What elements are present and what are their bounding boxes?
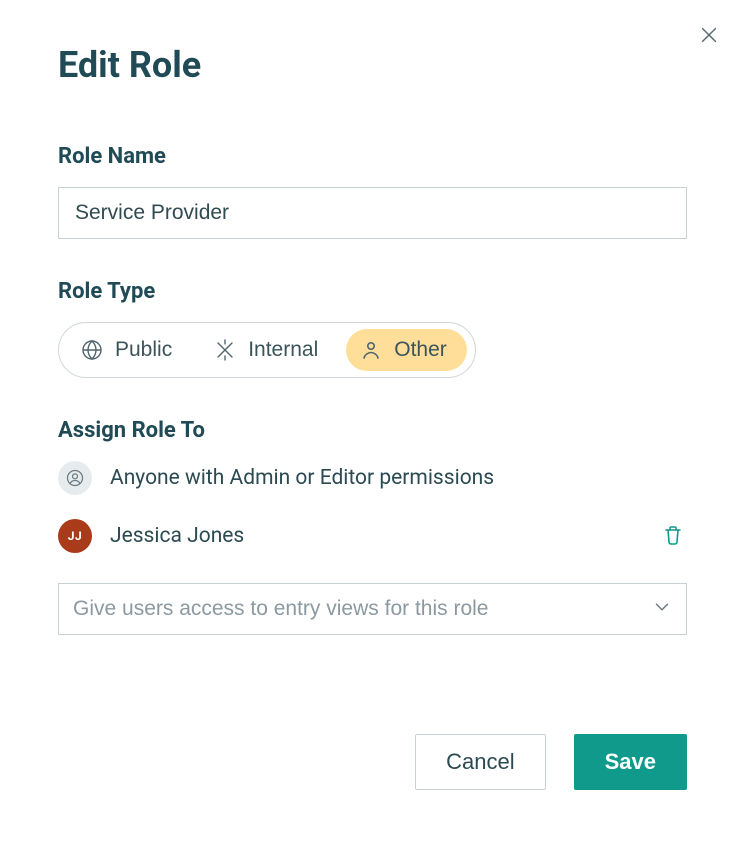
role-type-other[interactable]: Other xyxy=(346,329,467,371)
assign-dropdown[interactable] xyxy=(58,583,687,635)
globe-icon xyxy=(79,337,105,363)
assign-list: Anyone with Admin or Editor permissions … xyxy=(58,461,687,553)
trash-icon xyxy=(661,522,685,551)
assign-default-row: Anyone with Admin or Editor permissions xyxy=(58,461,687,495)
role-name-section: Role Name xyxy=(58,144,687,239)
role-type-group: Public Internal Other xyxy=(58,322,476,378)
user-avatar: JJ xyxy=(58,519,92,553)
role-type-section: Role Type Public Internal Other xyxy=(58,279,687,378)
close-icon xyxy=(698,24,720,49)
assign-label: Assign Role To xyxy=(58,418,687,443)
assign-user-row: JJ Jessica Jones xyxy=(58,519,687,553)
person-icon xyxy=(358,337,384,363)
assign-user-name: Jessica Jones xyxy=(110,524,244,548)
role-type-label: Role Type xyxy=(58,279,687,304)
assign-section: Assign Role To Anyone with Admin or Edit… xyxy=(58,418,687,635)
remove-user-button[interactable] xyxy=(659,522,687,550)
role-type-public-label: Public xyxy=(115,338,172,362)
save-button[interactable]: Save xyxy=(574,734,687,790)
cancel-button[interactable]: Cancel xyxy=(415,734,545,790)
crossed-tools-icon xyxy=(212,337,238,363)
role-name-label: Role Name xyxy=(58,144,687,169)
role-type-public[interactable]: Public xyxy=(67,329,192,371)
close-button[interactable] xyxy=(695,22,723,50)
role-type-internal[interactable]: Internal xyxy=(200,329,338,371)
assign-search-input[interactable] xyxy=(58,583,687,635)
edit-role-modal: Edit Role Role Name Role Type Public Int… xyxy=(0,0,745,635)
modal-footer: Cancel Save xyxy=(415,734,687,790)
assign-default-text: Anyone with Admin or Editor permissions xyxy=(110,466,494,490)
modal-title: Edit Role xyxy=(58,44,687,86)
role-name-input[interactable] xyxy=(58,187,687,239)
role-type-other-label: Other xyxy=(394,338,447,362)
role-type-internal-label: Internal xyxy=(248,338,318,362)
person-circle-icon xyxy=(58,461,92,495)
